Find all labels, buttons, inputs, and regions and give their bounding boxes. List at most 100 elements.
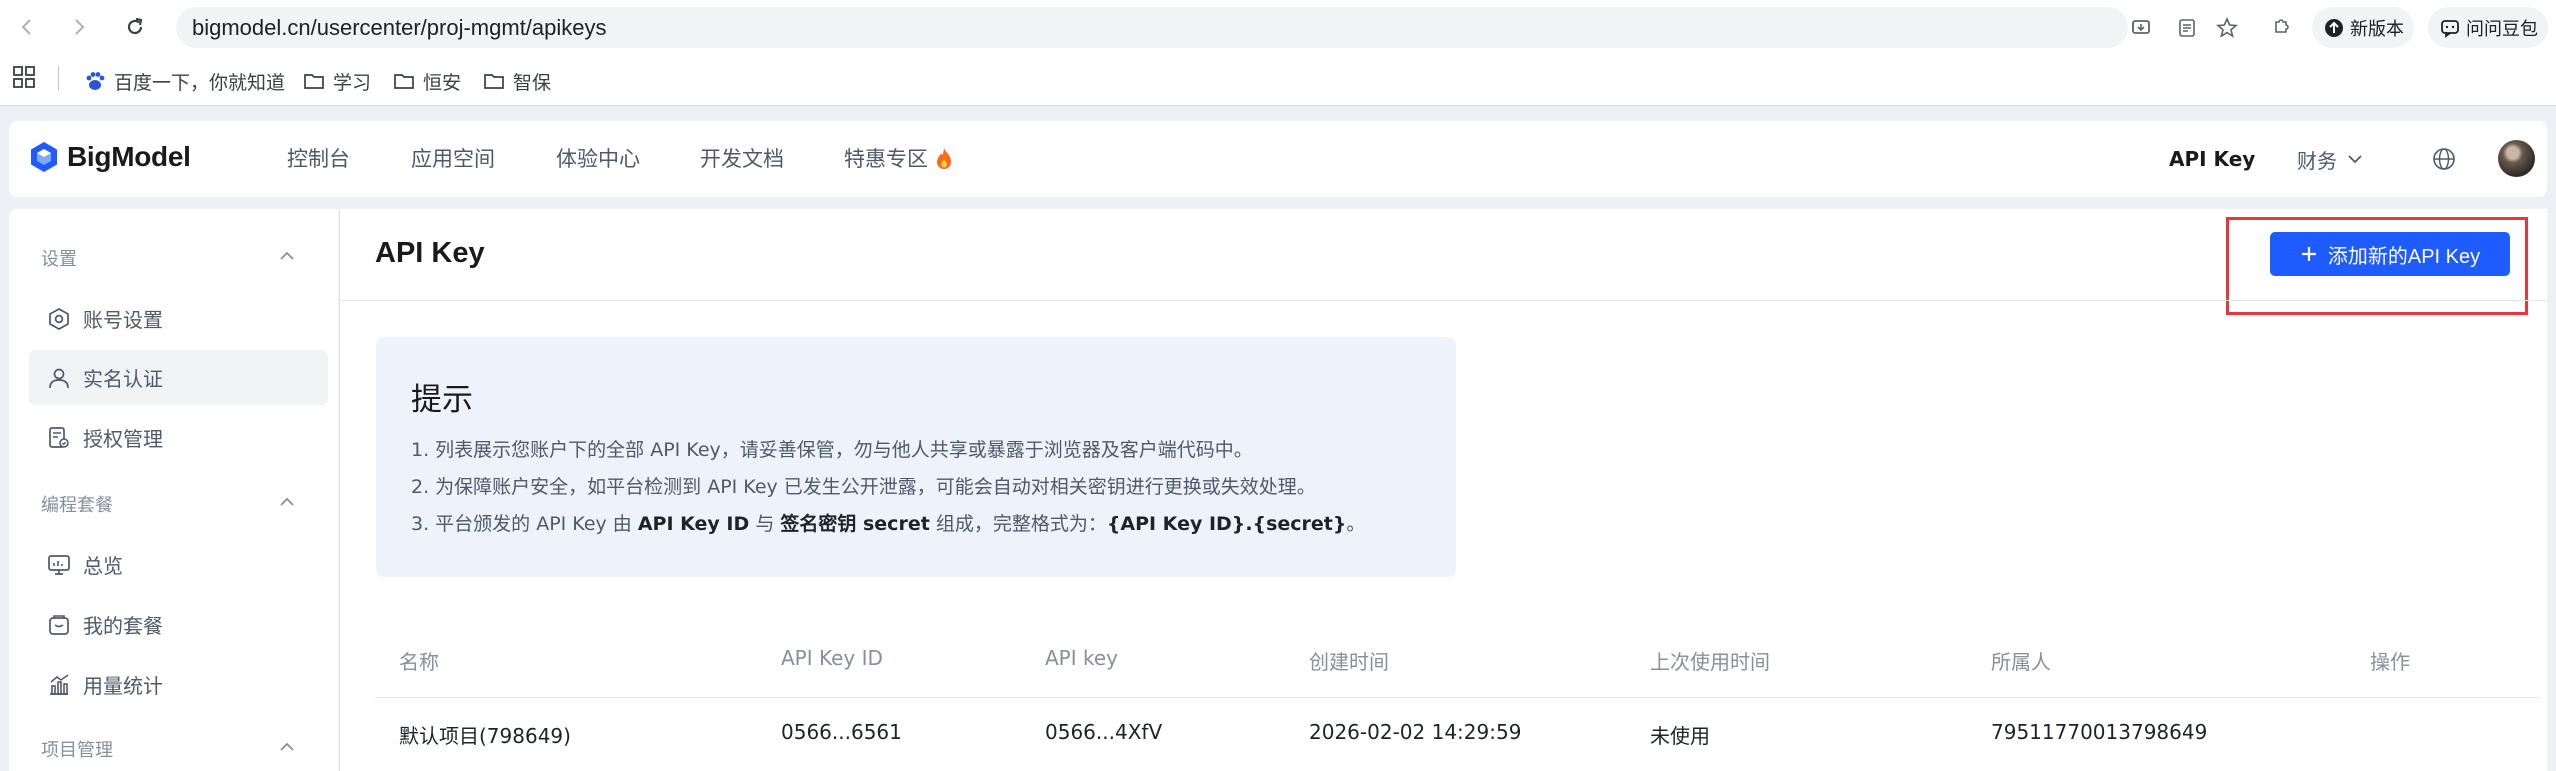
column-header-api-key-id: API Key ID — [781, 646, 883, 670]
finance-label: 财务 — [2297, 148, 2337, 173]
reload-icon — [127, 17, 143, 35]
sidebar-item-authorization[interactable]: 授权管理 — [29, 410, 328, 465]
globe-icon[interactable] — [2432, 147, 2456, 171]
reader-mode-icon[interactable] — [2176, 17, 2198, 39]
forward-button[interactable] — [64, 12, 94, 42]
sidebar-section-project-mgmt[interactable]: 项目管理 — [41, 736, 113, 762]
cell-owner: 79511770013798649 — [1991, 720, 2208, 744]
monitor-icon — [48, 554, 70, 575]
nav-special-offers-label: 特惠专区 — [844, 147, 928, 171]
sidebar-item-account-settings[interactable]: 账号设置 — [29, 291, 328, 346]
column-header-created-time: 创建时间 — [1309, 650, 1389, 674]
sidebar-item-label: 授权管理 — [83, 427, 163, 451]
sidebar-item-label: 我的套餐 — [83, 614, 163, 638]
address-bar[interactable]: bigmodel.cn/usercenter/proj-mgmt/apikeys — [176, 7, 2238, 48]
sidebar-item-label: 实名认证 — [83, 367, 163, 391]
cell-last-used: 未使用 — [1650, 724, 1710, 748]
chevron-up-icon[interactable] — [279, 251, 295, 261]
arrow-left-icon — [21, 19, 31, 35]
ask-doubao-label: 问问豆包 — [2466, 18, 2538, 39]
browser-toolbar: bigmodel.cn/usercenter/proj-mgmt/apikeys… — [0, 0, 2556, 56]
cell-name: 默认项目(798649) — [399, 724, 571, 748]
tip-line-3-part: 3. 平台颁发的 API Key 由 — [411, 513, 638, 535]
baidu-paw-icon — [86, 72, 105, 90]
bookmark-folder-zhibao[interactable]: 智保 — [483, 56, 551, 106]
page-title: API Key — [375, 237, 485, 269]
folder-icon — [304, 74, 324, 89]
sidebar-item-overview[interactable]: 总览 — [29, 537, 328, 592]
nav-special-offers[interactable]: 特惠专区 — [844, 121, 954, 197]
bookmark-folder-xuexi[interactable]: 学习 — [303, 56, 371, 106]
nav-experience-center[interactable]: 体验中心 — [556, 121, 640, 197]
settings-hex-icon — [49, 307, 69, 330]
tip-line-3-bold: 签名密钥 secret — [780, 513, 930, 535]
header-api-key-link[interactable]: API Key — [2169, 121, 2255, 197]
authorization-doc-icon — [49, 426, 69, 448]
bigmodel-logo-icon — [31, 142, 57, 172]
tip-title: 提示 — [411, 382, 473, 418]
up-arrow-circle-icon — [2325, 18, 2343, 37]
chevron-down-icon — [2348, 155, 2362, 164]
column-header-api-key: API key — [1045, 646, 1119, 670]
reload-button[interactable] — [120, 12, 150, 42]
tip-line-3-bold: API Key ID — [637, 513, 750, 535]
app-header: BigModel 控制台 应用空间 体验中心 开发文档 特惠专区 API Key… — [9, 121, 2547, 197]
sidebar-item-real-name-auth[interactable]: 实名认证 — [29, 350, 328, 405]
new-version-label: 新版本 — [2350, 18, 2404, 39]
ask-doubao-pill[interactable]: 问问豆包 — [2428, 7, 2548, 48]
bookmark-label: 百度一下，你就知道 — [114, 72, 286, 94]
folder-icon — [484, 74, 504, 89]
tip-line-2: 2. 为保障账户安全，如平台检测到 API Key 已发生公开泄露，可能会自动对… — [411, 476, 1316, 498]
cell-api-key: 0566...4XfV — [1045, 720, 1163, 744]
user-avatar[interactable] — [2498, 140, 2535, 177]
nav-app-space[interactable]: 应用空间 — [411, 121, 495, 197]
apps-grid-icon[interactable] — [13, 66, 35, 88]
sidebar-section-settings[interactable]: 设置 — [41, 245, 77, 271]
back-button[interactable] — [12, 12, 42, 42]
chevron-up-icon[interactable] — [279, 742, 295, 752]
nav-console[interactable]: 控制台 — [287, 121, 350, 197]
tip-line-1: 1. 列表展示您账户下的全部 API Key，请妥善保管，勿与他人共享或暴露于浏… — [411, 439, 1253, 461]
chat-bubble-icon — [2441, 19, 2459, 38]
install-app-icon[interactable] — [2130, 17, 2152, 39]
plus-icon — [2301, 247, 2316, 261]
sidebar-item-my-plan[interactable]: 我的套餐 — [29, 597, 328, 652]
add-api-key-label: 添加新的API Key — [2327, 245, 2481, 268]
chevron-up-icon[interactable] — [279, 497, 295, 507]
new-version-pill[interactable]: 新版本 — [2312, 7, 2414, 48]
arrow-right-icon — [75, 19, 85, 35]
bookmarks-bar — [0, 56, 2556, 106]
extensions-puzzle-icon[interactable] — [2270, 14, 2294, 38]
bookmark-star-icon[interactable] — [2216, 17, 2238, 39]
fire-icon — [937, 148, 951, 169]
cell-api-key-id: 0566...6561 — [781, 720, 902, 744]
tip-line-3-part: 。 — [1346, 513, 1366, 535]
nav-dev-docs[interactable]: 开发文档 — [700, 121, 784, 197]
tip-line-3: 3. 平台颁发的 API Key 由 API Key ID 与 签名密钥 sec… — [411, 509, 1365, 536]
bookmark-folder-hengan[interactable]: 恒安 — [393, 56, 461, 106]
bookmark-baidu[interactable]: 百度一下，你就知道 — [84, 56, 285, 106]
url-text: bigmodel.cn/usercenter/proj-mgmt/apikeys — [192, 15, 607, 40]
finance-dropdown[interactable]: 财务 — [2297, 121, 2363, 197]
user-icon — [49, 368, 69, 388]
sidebar: 设置 账号设置 实名认证 授权管理 编程套餐 总览 我的套餐 用量统计 项目管理 — [9, 209, 338, 771]
sidebar-item-label: 账号设置 — [83, 308, 163, 332]
main-panel: API Key 添加新的API Key 提示 1. 列表展示您账户下的全部 AP… — [339, 209, 2548, 771]
tip-line-3-bold: {API Key ID}.{secret} — [1106, 513, 1347, 535]
bookmark-label: 恒安 — [423, 72, 462, 94]
usage-chart-icon — [50, 673, 69, 695]
bigmodel-logo[interactable]: BigModel — [29, 141, 191, 173]
sidebar-item-usage-stats[interactable]: 用量统计 — [29, 657, 328, 712]
table-row: 默认项目(798649) 0566...6561 0566...4XfV 202… — [375, 698, 2540, 768]
add-api-key-button[interactable]: 添加新的API Key — [2270, 232, 2510, 276]
column-header-last-used: 上次使用时间 — [1650, 650, 1770, 674]
bookmark-label: 智保 — [513, 72, 552, 94]
tip-line-3-part: 与 — [749, 513, 781, 535]
folder-icon — [394, 74, 414, 89]
cell-created-time: 2026-02-02 14:29:59 — [1309, 720, 1522, 744]
tip-box: 提示 1. 列表展示您账户下的全部 API Key，请妥善保管，勿与他人共享或暴… — [376, 337, 1456, 577]
sidebar-section-coding-plan[interactable]: 编程套餐 — [41, 491, 113, 517]
tip-line-3-part: 组成，完整格式为： — [929, 513, 1107, 535]
bookmark-label: 学习 — [333, 72, 372, 94]
bookmarks-separator — [58, 66, 59, 90]
